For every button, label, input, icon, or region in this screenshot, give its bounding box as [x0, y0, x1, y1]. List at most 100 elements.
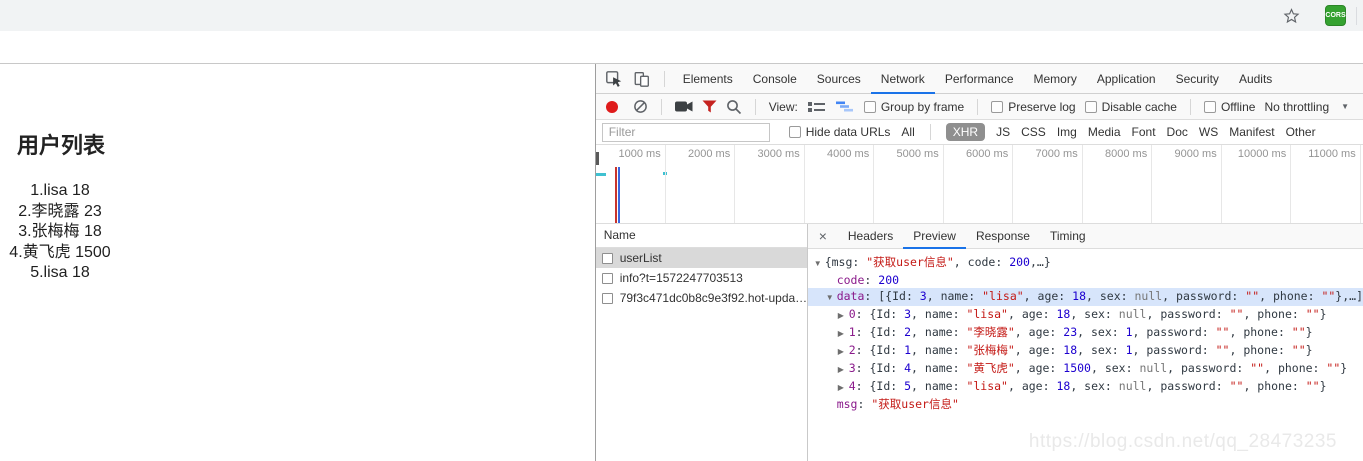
screenshot-camera-icon[interactable] [674, 100, 693, 113]
record-icon[interactable] [605, 100, 618, 113]
tab-network[interactable]: Network [870, 64, 935, 94]
tab-security[interactable]: Security [1166, 64, 1229, 94]
json-segment: "" [1326, 361, 1341, 375]
preview-line[interactable]: ▶ 3: {Id: 4, name: "黄飞虎", age: 1500, sex:… [808, 360, 1363, 378]
tab-memory[interactable]: Memory [1024, 64, 1087, 94]
json-segment: "李晓露" [966, 325, 1015, 339]
timeline-tick-label: 4000 ms [827, 148, 870, 160]
close-icon[interactable]: × [808, 228, 838, 244]
preview-line[interactable]: msg: "获取user信息" [808, 396, 1363, 412]
filter-funnel-icon[interactable] [702, 100, 717, 113]
chevron-expanded-icon[interactable]: ▼ [814, 256, 825, 272]
json-segment: "lisa" [982, 289, 1024, 303]
json-segment: , phone: [1259, 289, 1322, 303]
json-segment: data [836, 289, 865, 303]
checkbox-icon[interactable] [1084, 100, 1097, 113]
json-segment: } [1319, 379, 1327, 393]
filter-type-js[interactable]: JS [996, 125, 1010, 139]
json-segment: 1 [1125, 343, 1133, 357]
preview-line[interactable]: ▶ 4: {Id: 5, name: "lisa", age: 18, sex: … [808, 378, 1363, 396]
list-item: 1.lisa 18 [30, 182, 90, 199]
timeline-tick-label: 10000 ms [1237, 148, 1287, 160]
waterfall-overview-icon[interactable] [835, 99, 855, 114]
chevron-collapsed-icon[interactable]: ▶ [838, 380, 849, 396]
tab-headers[interactable]: Headers [838, 224, 903, 249]
filter-input[interactable] [601, 122, 770, 142]
filter-type-all[interactable]: All [901, 125, 914, 139]
clear-icon[interactable] [633, 99, 648, 114]
json-segment: , password: [1132, 343, 1216, 357]
table-row[interactable]: info?t=1572247703513 [596, 268, 807, 288]
json-segment: } [1340, 361, 1348, 375]
filter-type-font[interactable]: Font [1132, 125, 1156, 139]
json-segment: , name: [911, 343, 967, 357]
chevron-collapsed-icon[interactable]: ▶ [838, 344, 849, 360]
toolbar-divider [660, 98, 662, 115]
hide-data-urls-checkbox[interactable]: Hide data URLs [788, 125, 890, 139]
bookmark-star-icon[interactable] [1281, 6, 1301, 26]
json-segment: 2 [848, 343, 856, 357]
devtools-panel: Elements Console Sources Network Performance… [595, 64, 1363, 461]
tab-application[interactable]: Application [1087, 64, 1166, 94]
user-list: 1.lisa 18 2.李晓露 23 3.张梅梅 18 4.黄飞虎 1500 5.lis… [0, 181, 120, 284]
group-by-frame-checkbox[interactable]: Group by frame [863, 100, 964, 114]
checkbox-icon[interactable] [788, 126, 801, 138]
preview-line[interactable]: ▶ 1: {Id: 2, name: "李晓露", age: 23, sex: 1… [808, 324, 1363, 342]
chevron-down-icon[interactable]: ▼ [1341, 102, 1349, 111]
filter-type-xhr[interactable]: XHR [945, 123, 986, 141]
cors-extension-icon[interactable]: CORS [1325, 5, 1346, 26]
checkbox-icon[interactable] [863, 100, 876, 113]
chevron-expanded-icon[interactable]: ▼ [826, 290, 837, 306]
tab-preview[interactable]: Preview [903, 224, 966, 249]
name-column-header[interactable]: Name [595, 224, 807, 248]
filter-type-ws[interactable]: WS [1199, 125, 1218, 139]
preview-line[interactable]: ▶ 0: {Id: 3, name: "lisa", age: 18, sex: … [808, 306, 1363, 324]
filter-type-manifest[interactable]: Manifest [1229, 125, 1274, 139]
chevron-collapsed-icon[interactable]: ▶ [838, 326, 849, 342]
json-segment: "" [1215, 343, 1230, 357]
tab-sources[interactable]: Sources [807, 64, 871, 94]
json-segment: : {Id: [855, 361, 905, 375]
json-segment: null [1139, 361, 1168, 375]
filter-type-media[interactable]: Media [1088, 125, 1121, 139]
tab-audits[interactable]: Audits [1229, 64, 1282, 94]
table-row[interactable]: userList [595, 248, 807, 268]
search-icon[interactable] [726, 99, 742, 115]
chevron-collapsed-icon[interactable]: ▶ [838, 362, 849, 378]
json-segment: , password: [1132, 325, 1216, 339]
preview-line[interactable]: ▶ 2: {Id: 1, name: "张梅梅", age: 18, sex: 1… [808, 342, 1363, 360]
disable-cache-checkbox[interactable]: Disable cache [1084, 100, 1177, 114]
filter-type-doc[interactable]: Doc [1167, 125, 1188, 139]
table-row[interactable]: 79f3c471dc0b8c9e3f92.hot-upda… [596, 288, 807, 308]
preview-tree: ▼ {msg: "获取user信息", code: 200,…} code: 200… [807, 249, 1363, 461]
network-overview-timeline[interactable]: 1000 ms 2000 ms 3000 ms 4000 ms 5000 ms 6000 … [595, 145, 1363, 224]
preview-line[interactable]: code: 200 [808, 272, 1363, 288]
tab-timing[interactable]: Timing [1040, 224, 1096, 249]
list-item: 5.lisa 18 [30, 264, 90, 281]
checkbox-icon[interactable] [991, 100, 1004, 113]
device-toolbar-icon[interactable] [628, 66, 656, 92]
filter-type-other[interactable]: Other [1286, 125, 1316, 139]
json-segment: 2 [904, 325, 912, 339]
filter-type-css[interactable]: CSS [1021, 125, 1046, 139]
offline-checkbox[interactable]: Offline [1203, 100, 1255, 114]
json-segment: "" [1291, 325, 1306, 339]
request-list: Name userList info?t=1572247703513 79f3c47… [595, 224, 808, 461]
tab-elements[interactable]: Elements [673, 64, 743, 94]
throttling-select[interactable]: No throttling [1264, 100, 1329, 114]
filter-type-img[interactable]: Img [1057, 125, 1077, 139]
list-view-icon[interactable] [807, 99, 826, 114]
checkbox-icon[interactable] [1203, 100, 1216, 113]
tab-response[interactable]: Response [966, 224, 1040, 249]
tab-console[interactable]: Console [743, 64, 807, 94]
preview-line[interactable]: ▼ data: [{Id: 3, name: "lisa", age: 18, s… [807, 288, 1363, 306]
preserve-log-checkbox[interactable]: Preserve log [991, 100, 1076, 114]
preview-line[interactable]: ▼ {msg: "获取user信息", code: 200,…} [808, 254, 1363, 272]
chevron-collapsed-icon[interactable]: ▶ [838, 308, 849, 324]
json-segment: 1 [904, 343, 912, 357]
json-segment: , name: [911, 361, 967, 375]
tabbar-divider [663, 70, 665, 87]
tab-performance[interactable]: Performance [935, 64, 1024, 94]
json-segment: "" [1305, 379, 1320, 393]
inspect-element-icon[interactable] [600, 66, 628, 92]
